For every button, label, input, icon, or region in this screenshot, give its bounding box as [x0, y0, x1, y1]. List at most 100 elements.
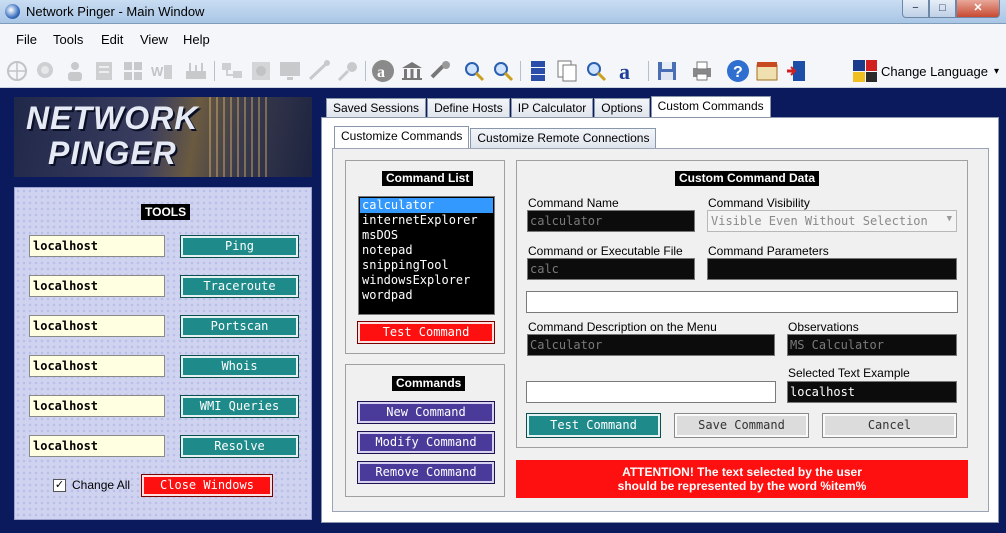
- close-button[interactable]: ✕: [956, 0, 1000, 18]
- maximize-button[interactable]: □: [929, 0, 956, 18]
- close-windows-button[interactable]: Close Windows: [141, 474, 273, 497]
- menu-bar: File Tools Edit View Help: [0, 24, 1006, 54]
- list-item[interactable]: calculator: [360, 198, 493, 213]
- preview-field[interactable]: [526, 381, 776, 403]
- command-listbox[interactable]: calculator internetExplorer msDOS notepa…: [358, 196, 495, 315]
- font-a-icon[interactable]: a: [616, 59, 640, 83]
- search-user-icon[interactable]: [462, 59, 486, 83]
- calendar-icon[interactable]: [755, 59, 779, 83]
- parameters-field[interactable]: [707, 258, 957, 280]
- print-icon[interactable]: [690, 59, 714, 83]
- list-item[interactable]: notepad: [360, 243, 493, 258]
- command-visibility-label: Command Visibility: [708, 196, 810, 210]
- change-language-label: Change Language: [881, 63, 988, 79]
- traceroute-host-input[interactable]: localhost: [29, 275, 165, 297]
- banner-line-2: PINGER: [48, 135, 177, 171]
- save-icon[interactable]: [655, 59, 679, 83]
- portscan-host-input[interactable]: localhost: [29, 315, 165, 337]
- find-icon[interactable]: [584, 59, 608, 83]
- tab-define-hosts[interactable]: Define Hosts: [427, 98, 510, 118]
- commands-title: Commands: [392, 376, 466, 391]
- server-stack-icon[interactable]: [526, 59, 550, 83]
- menu-view[interactable]: View: [140, 32, 168, 47]
- chevron-down-icon: ▼: [946, 214, 952, 224]
- svg-text:W: W: [151, 64, 164, 79]
- full-command-field[interactable]: [526, 291, 958, 313]
- monitor-icon[interactable]: [278, 59, 302, 83]
- bank-icon[interactable]: [400, 59, 424, 83]
- remove-command-button[interactable]: Remove Command: [357, 461, 495, 484]
- portscan-button[interactable]: Portscan: [180, 315, 299, 338]
- svg-text:a: a: [619, 59, 630, 83]
- menu-edit[interactable]: Edit: [101, 32, 123, 47]
- list-test-command-button[interactable]: Test Command: [357, 321, 495, 344]
- change-all-option: ✓ Change All: [53, 478, 130, 492]
- custom-command-data-title: Custom Command Data: [675, 171, 820, 186]
- tab-ip-calculator[interactable]: IP Calculator: [510, 98, 594, 118]
- parameters-label: Command Parameters: [708, 244, 829, 258]
- globe-search-icon[interactable]: [34, 59, 58, 83]
- observations-field[interactable]: MS Calculator: [787, 334, 957, 356]
- executable-field[interactable]: calc: [527, 258, 695, 280]
- telnet-icon[interactable]: [307, 59, 331, 83]
- amazon-a-icon[interactable]: a: [371, 59, 395, 83]
- main-tabs: Saved Sessions Define Hosts IP Calculato…: [326, 96, 772, 118]
- command-name-field[interactable]: calculator: [527, 210, 695, 232]
- traceroute-button[interactable]: Traceroute: [180, 275, 299, 298]
- list-item[interactable]: windowsExplorer: [360, 273, 493, 288]
- person-network-icon[interactable]: [63, 59, 87, 83]
- change-all-checkbox[interactable]: ✓: [53, 478, 66, 492]
- svg-text:a: a: [377, 64, 385, 81]
- document-icon[interactable]: [92, 59, 116, 83]
- remote-desktop-icon[interactable]: [249, 59, 273, 83]
- description-field[interactable]: Calculator: [527, 334, 775, 356]
- tools-icon[interactable]: [429, 59, 453, 83]
- resolve-button[interactable]: Resolve: [180, 435, 299, 458]
- tab-custom-commands[interactable]: Custom Commands: [650, 96, 771, 117]
- list-item[interactable]: internetExplorer: [360, 213, 493, 228]
- copy-icon[interactable]: [555, 59, 579, 83]
- tab-saved-sessions[interactable]: Saved Sessions: [326, 98, 427, 118]
- grid-icon[interactable]: [121, 59, 145, 83]
- key-icon[interactable]: [336, 59, 360, 83]
- tab-options[interactable]: Options: [594, 98, 650, 118]
- command-visibility-select[interactable]: Visible Even Without Selection ▼: [707, 210, 957, 232]
- network-hosts-icon[interactable]: [220, 59, 244, 83]
- resolve-host-input[interactable]: localhost: [29, 435, 165, 457]
- list-item[interactable]: snippingTool: [360, 258, 493, 273]
- command-name-label: Command Name: [528, 196, 619, 210]
- menu-tools[interactable]: Tools: [53, 32, 83, 47]
- ping-button[interactable]: Ping: [180, 235, 299, 258]
- attention-banner: ATTENTION! The text selected by the user…: [516, 460, 968, 498]
- change-language-dropdown[interactable]: Change Language ▾: [853, 60, 999, 82]
- whois-host-input[interactable]: localhost: [29, 355, 165, 377]
- title-bar: Network Pinger - Main Window − □ ✕: [0, 0, 1006, 24]
- ping-host-input[interactable]: localhost: [29, 235, 165, 257]
- router-icon[interactable]: [184, 59, 208, 83]
- save-command-button[interactable]: Save Command: [674, 413, 809, 438]
- minimize-button[interactable]: −: [902, 0, 929, 18]
- whois-button[interactable]: Whois: [180, 355, 299, 378]
- cancel-button[interactable]: Cancel: [822, 413, 957, 438]
- search-host-icon[interactable]: [491, 59, 515, 83]
- new-command-button[interactable]: New Command: [357, 401, 495, 424]
- crosshair-icon[interactable]: [5, 59, 29, 83]
- selected-text-example-field[interactable]: localhost: [787, 381, 957, 403]
- menu-file[interactable]: File: [16, 32, 37, 47]
- tools-panel: TOOLS localhost Ping localhost Tracerout…: [14, 187, 312, 520]
- tab-customize-commands[interactable]: Customize Commands: [334, 126, 470, 148]
- test-command-button[interactable]: Test Command: [526, 413, 661, 438]
- wmi-host-input[interactable]: localhost: [29, 395, 165, 417]
- wmi-icon[interactable]: W: [150, 59, 174, 83]
- executable-label: Command or Executable File: [528, 244, 683, 258]
- tab-customize-remote-connections[interactable]: Customize Remote Connections: [470, 128, 657, 148]
- exit-door-icon[interactable]: [784, 59, 808, 83]
- command-visibility-value: Visible Even Without Selection: [711, 214, 928, 228]
- list-item[interactable]: wordpad: [360, 288, 493, 303]
- change-all-label: Change All: [72, 478, 131, 492]
- menu-help[interactable]: Help: [183, 32, 210, 47]
- help-icon[interactable]: ?: [726, 59, 750, 83]
- wmi-queries-button[interactable]: WMI Queries: [180, 395, 299, 418]
- list-item[interactable]: msDOS: [360, 228, 493, 243]
- modify-command-button[interactable]: Modify Command: [357, 431, 495, 454]
